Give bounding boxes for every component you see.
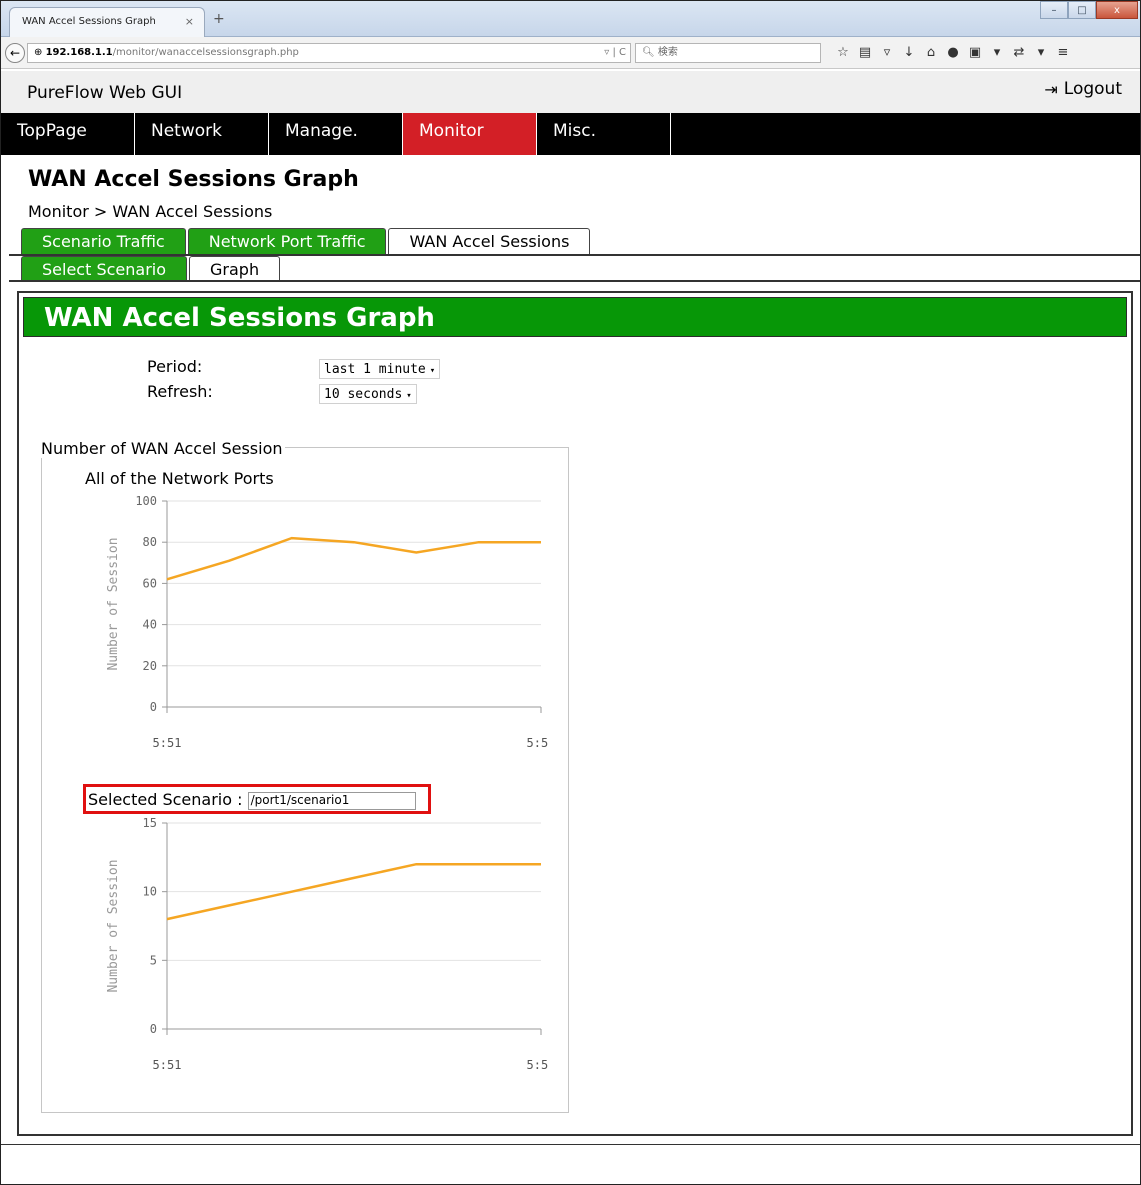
address-bar[interactable]: ⊕ 192.168.1.1/monitor/wanaccelsessionsgr… bbox=[27, 43, 631, 63]
page-title: WAN Accel Sessions Graph bbox=[28, 167, 359, 192]
all-ports-label: All of the Network Ports bbox=[85, 469, 274, 488]
url-host: 192.168.1.1 bbox=[45, 47, 113, 58]
dropdown-icon[interactable]: ▾ bbox=[1033, 45, 1049, 60]
footer-divider bbox=[1, 1144, 1140, 1145]
pocket-icon[interactable]: ▿ bbox=[879, 45, 895, 60]
app-title: PureFlow Web GUI bbox=[27, 83, 183, 103]
y-axis-label: Number of Session bbox=[106, 537, 121, 670]
logout-button[interactable]: ⇥ Logout bbox=[1044, 79, 1122, 99]
tab-wan-accel-sessions[interactable]: WAN Accel Sessions bbox=[388, 228, 591, 254]
menu-item-network[interactable]: Network bbox=[135, 113, 269, 155]
close-tab-icon[interactable]: × bbox=[185, 15, 194, 28]
url-path: /monitor/wanaccelsessionsgraph.php bbox=[112, 47, 299, 58]
window-controls: – □ x bbox=[1040, 1, 1138, 21]
group-label: Number of WAN Accel Session bbox=[41, 439, 285, 458]
y-tick-label: 5 bbox=[150, 953, 157, 967]
tab-scenario-traffic[interactable]: Scenario Traffic bbox=[21, 228, 186, 254]
reload-icon[interactable]: ▿ | C bbox=[604, 44, 626, 62]
download-icon[interactable]: ↓ bbox=[901, 45, 917, 60]
x-tick-label: 5:51 bbox=[153, 1058, 182, 1072]
scenario-chart: 0 5 10 15 5:51 5:52 Number of Session bbox=[106, 816, 549, 1072]
tab-network-port-traffic[interactable]: Network Port Traffic bbox=[187, 228, 387, 254]
star-icon[interactable]: ☆ bbox=[835, 45, 851, 60]
menu-item-manage[interactable]: Manage. bbox=[269, 113, 403, 155]
series-line bbox=[166, 536, 541, 581]
reading-list-icon[interactable]: ▤ bbox=[857, 45, 873, 60]
graph-panel: WAN Accel Sessions Graph Period: last 1 … bbox=[17, 291, 1133, 1136]
logout-icon: ⇥ bbox=[1044, 79, 1058, 99]
refresh-value: 10 seconds bbox=[324, 387, 403, 402]
minimize-icon[interactable]: – bbox=[1040, 1, 1068, 19]
search-placeholder: 検索 bbox=[657, 47, 678, 58]
main-menu: TopPage Network Manage. Monitor Misc. bbox=[1, 113, 1140, 155]
browser-tab-title: WAN Accel Sessions Graph bbox=[22, 16, 156, 27]
tab-select-scenario[interactable]: Select Scenario bbox=[21, 256, 187, 282]
x-tick-label: 5:51 bbox=[153, 736, 182, 750]
magnifier-icon: 🔍︎ bbox=[642, 47, 658, 58]
tab-row-secondary: Select Scenario Graph bbox=[21, 256, 282, 282]
tab-divider bbox=[9, 280, 1140, 282]
x-tick-label: 5:52 bbox=[527, 1058, 549, 1072]
browser-navbar: ← ⊕ 192.168.1.1/monitor/wanaccelsessions… bbox=[1, 37, 1140, 69]
tab-row-primary: Scenario Traffic Network Port Traffic WA… bbox=[21, 228, 592, 254]
refresh-select[interactable]: 10 seconds ▾ bbox=[319, 384, 417, 404]
back-arrow-icon[interactable]: ← bbox=[5, 43, 25, 63]
chevron-down-icon: ▾ bbox=[429, 366, 436, 376]
search-box[interactable]: 🔍︎ 検索 bbox=[635, 43, 821, 63]
period-select[interactable]: last 1 minute ▾ bbox=[319, 359, 441, 379]
hamburger-menu-icon[interactable]: ≡ bbox=[1055, 45, 1071, 60]
x-tick-label: 5:52 bbox=[527, 736, 549, 750]
menu-item-monitor[interactable]: Monitor bbox=[403, 113, 537, 155]
y-tick-label: 40 bbox=[143, 618, 157, 632]
logout-label: Logout bbox=[1063, 79, 1122, 99]
y-tick-label: 10 bbox=[143, 885, 157, 899]
y-tick-label: 0 bbox=[150, 1022, 157, 1036]
new-tab-icon[interactable]: + bbox=[213, 11, 225, 27]
y-tick-label: 100 bbox=[135, 494, 157, 508]
home-icon[interactable]: ⌂ bbox=[923, 45, 939, 60]
app-header: PureFlow Web GUI ⇥ Logout bbox=[1, 71, 1140, 113]
dropdown-icon[interactable]: ▾ bbox=[989, 45, 1005, 60]
selected-scenario-highlight: Selected Scenario : /port1/scenario1 bbox=[83, 784, 431, 814]
screenshot-icon[interactable]: ▣ bbox=[967, 45, 983, 60]
y-tick-label: 15 bbox=[143, 816, 157, 830]
breadcrumb: Monitor > WAN Accel Sessions bbox=[28, 202, 273, 221]
screenshot-frame: WAN Accel Sessions Graph × + – □ x ← ⊕ 1… bbox=[0, 0, 1141, 1185]
browser-tab[interactable]: WAN Accel Sessions Graph × bbox=[9, 7, 205, 37]
scenario-field[interactable]: /port1/scenario1 bbox=[247, 792, 416, 810]
chevron-down-icon: ▾ bbox=[406, 391, 412, 401]
window-close-icon[interactable]: x bbox=[1096, 1, 1138, 19]
tab-graph[interactable]: Graph bbox=[189, 256, 281, 282]
all-ports-chart: 0 20 40 60 80 100 5:51 5:52 Number of Session bbox=[106, 494, 549, 750]
maximize-icon[interactable]: □ bbox=[1068, 1, 1096, 19]
globe-icon: ⊕ bbox=[34, 47, 46, 58]
y-tick-label: 20 bbox=[143, 659, 157, 673]
browser-tabstrip: WAN Accel Sessions Graph × + – □ x bbox=[1, 1, 1140, 37]
browser-toolbar: ☆ ▤ ▿ ↓ ⌂ ● ▣ ▾ ⇄ ▾ ≡ bbox=[835, 45, 1071, 60]
y-axis-label: Number of Session bbox=[106, 859, 121, 992]
menu-item-toppage[interactable]: TopPage bbox=[1, 113, 135, 155]
y-tick-label: 60 bbox=[143, 576, 157, 590]
y-tick-label: 0 bbox=[150, 700, 157, 714]
panel-header: WAN Accel Sessions Graph bbox=[23, 297, 1127, 337]
menu-item-misc[interactable]: Misc. bbox=[537, 113, 671, 155]
addon-icon[interactable]: ⇄ bbox=[1011, 45, 1027, 60]
scenario-label: Selected Scenario : bbox=[88, 790, 243, 809]
chat-icon[interactable]: ● bbox=[945, 45, 961, 60]
y-tick-label: 80 bbox=[143, 535, 157, 549]
period-label: Period: bbox=[147, 357, 203, 376]
refresh-label: Refresh: bbox=[147, 382, 213, 401]
period-value: last 1 minute bbox=[324, 362, 426, 377]
